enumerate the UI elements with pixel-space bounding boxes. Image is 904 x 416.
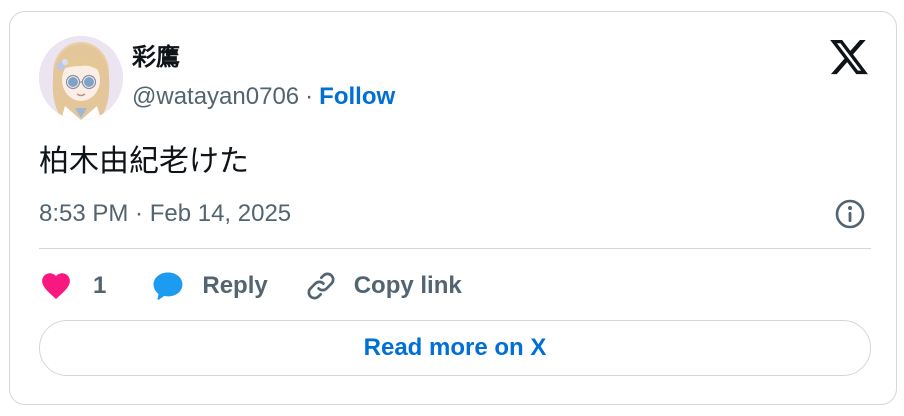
handle-separator: · [305,83,314,110]
avatar[interactable] [39,36,123,120]
reply-label: Reply [202,272,268,299]
copy-link-button[interactable]: Copy link [304,264,462,308]
copy-link-label: Copy link [353,272,462,299]
author-display-name[interactable]: 彩鷹 [132,44,180,72]
heart-icon [42,273,70,300]
author-handle[interactable]: @watayan0706 [132,83,299,110]
embedded-tweet-card: 彩鷹 @watayan0706 · Follow 柏木由紀老けた 8:53 PM ·… [9,11,897,405]
avatar-image [39,36,123,120]
read-more-button[interactable]: Read more on X [39,320,871,376]
reply-button[interactable]: Reply [150,264,268,308]
divider [39,248,871,249]
info-icon[interactable] [834,198,866,230]
tweet-text: 柏木由紀老けた [39,145,249,178]
author-handle-row: @watayan0706 · Follow [132,82,395,112]
tweet-timestamp[interactable]: 8:53 PM · Feb 14, 2025 [39,198,291,230]
read-more-label: Read more on X [363,334,547,361]
like-button[interactable]: 1 [39,264,106,308]
like-count: 1 [93,272,107,299]
follow-link[interactable]: Follow [319,83,395,110]
tweet-actions: 1 Reply Copy link [39,264,462,308]
speech-bubble-icon [153,272,183,300]
link-icon [307,272,335,300]
x-logo-icon[interactable] [828,36,870,78]
